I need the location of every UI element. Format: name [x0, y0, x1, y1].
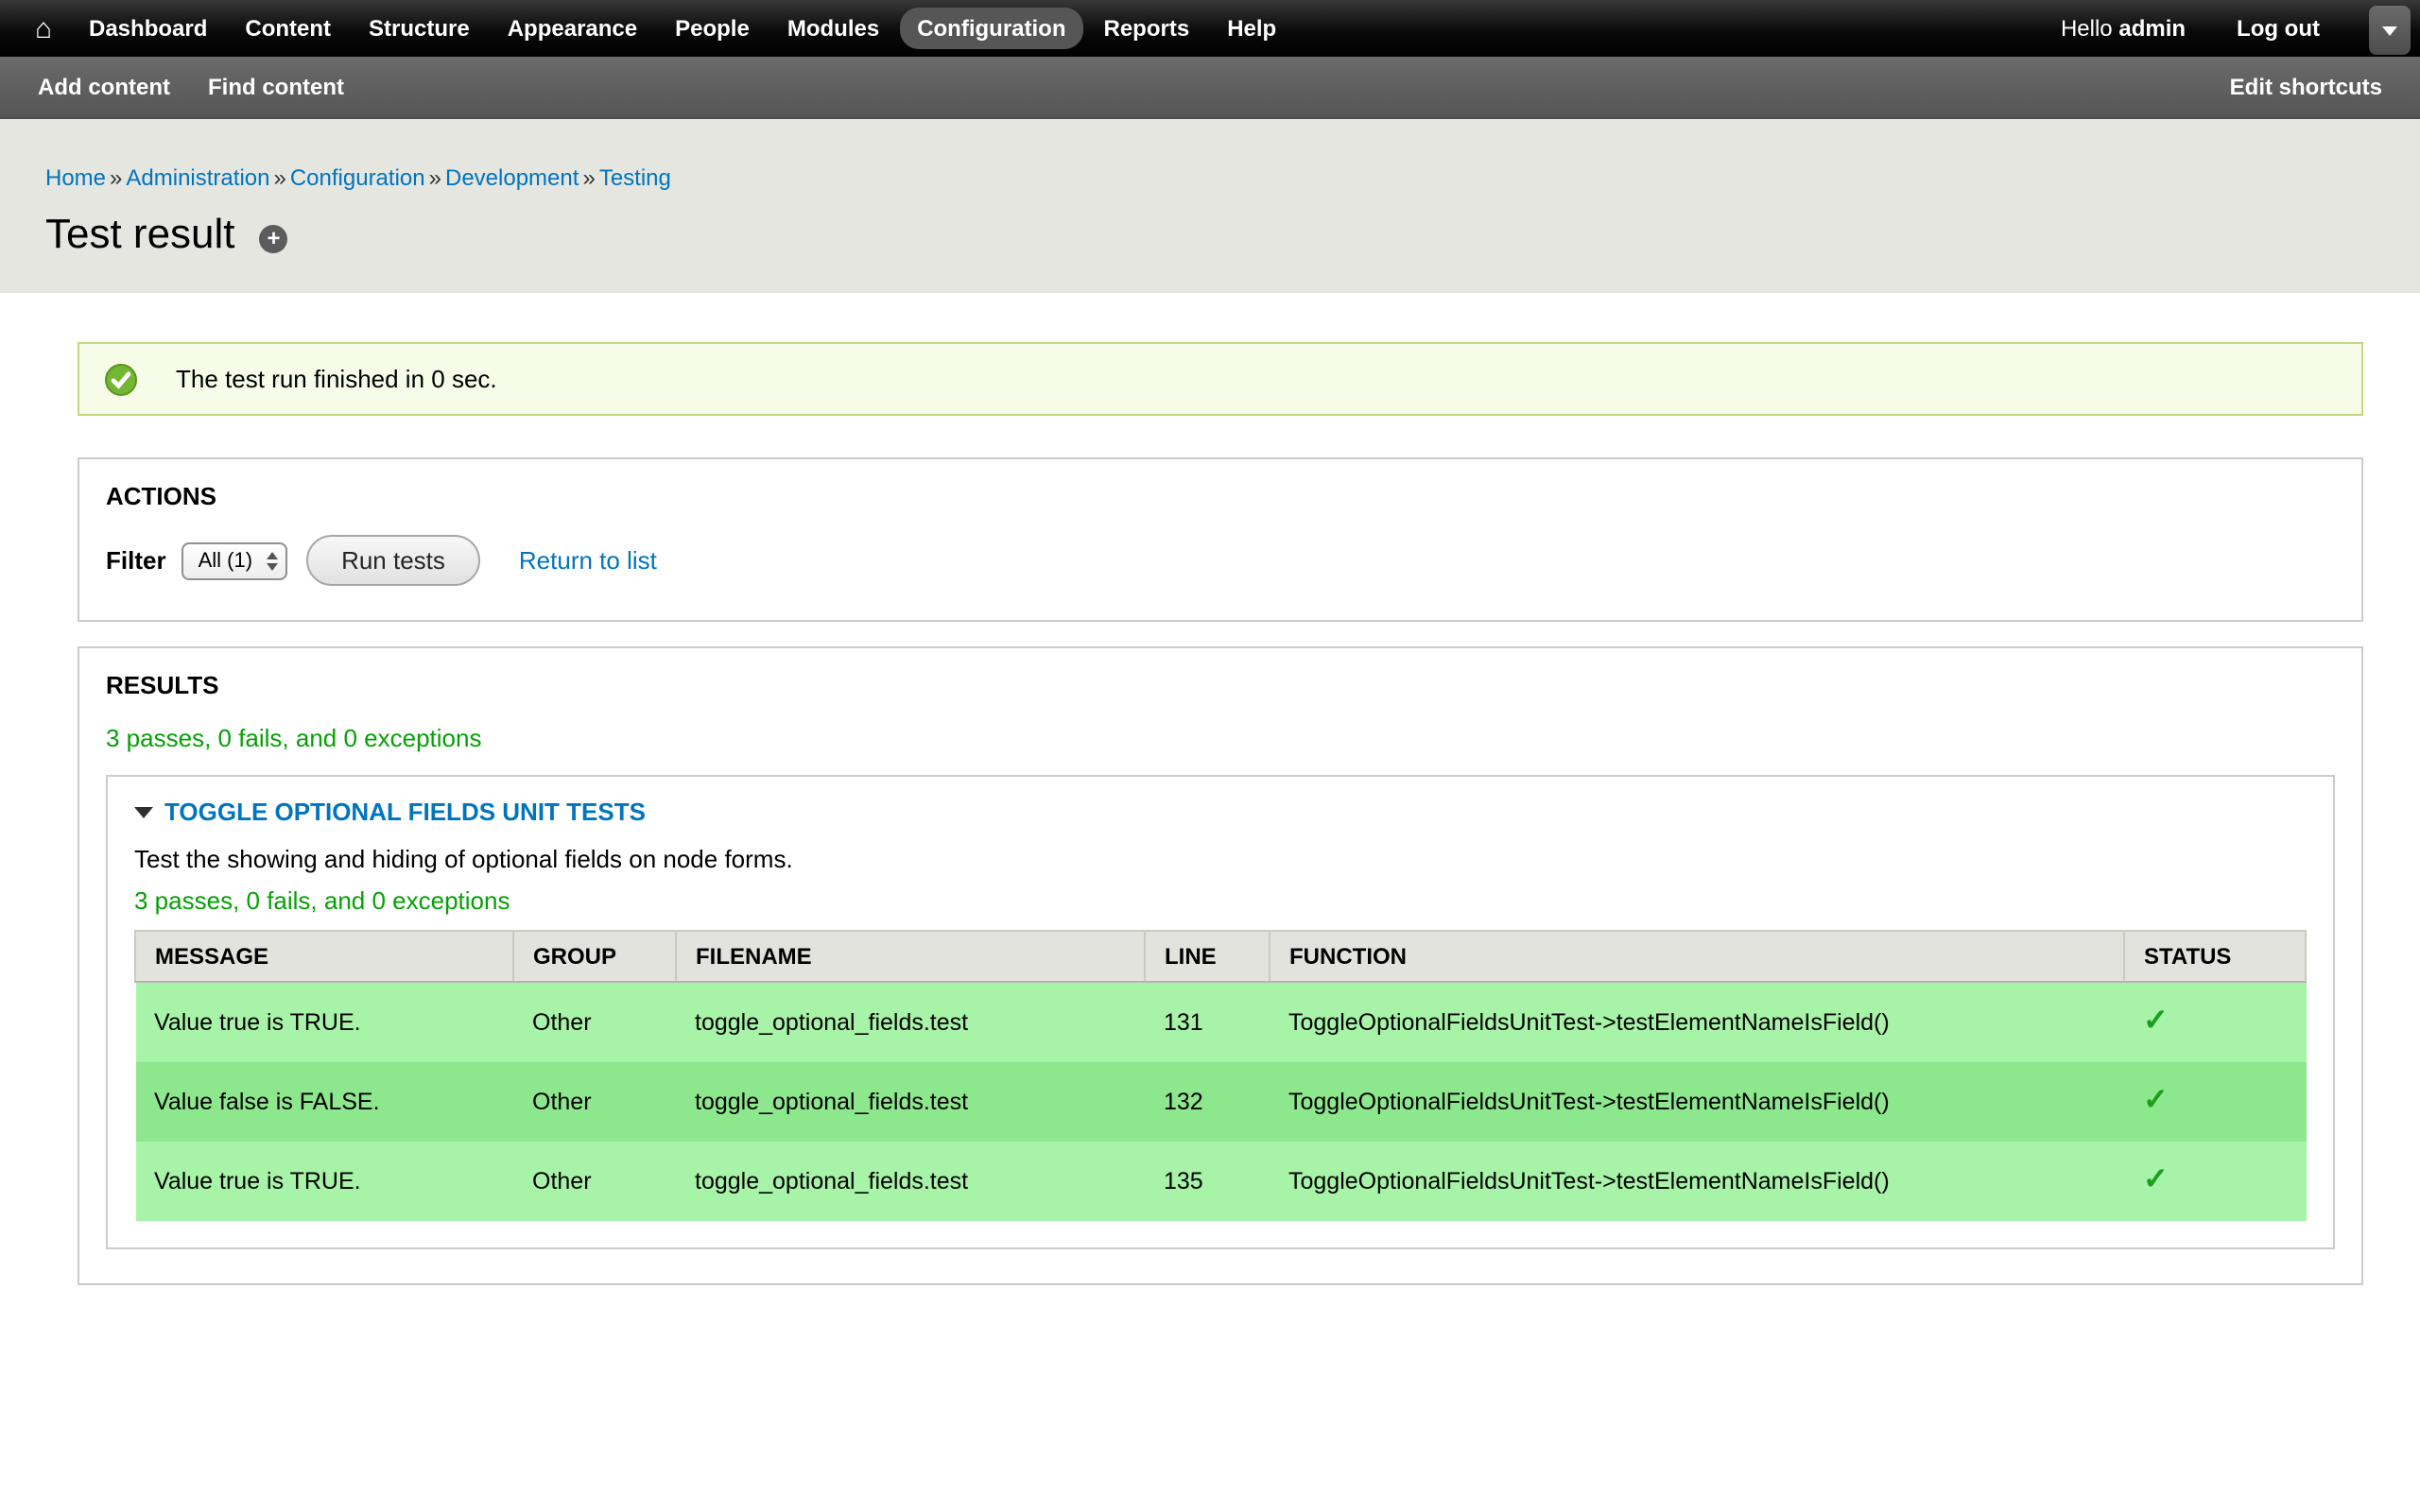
breadcrumb-separator: » — [429, 164, 441, 191]
breadcrumb: Home»Administration»Configuration»Develo… — [45, 164, 2382, 191]
pass-check-icon: ✓ — [2143, 1005, 2169, 1038]
cell-line: 131 — [1145, 982, 1270, 1062]
toolbar-user-area: Hello admin Log out — [2061, 8, 2337, 49]
status-message: The test run finished in 0 sec. — [78, 342, 2363, 416]
breadcrumb-separator: » — [582, 164, 595, 191]
cell-function: ToggleOptionalFieldsUnitTest->testElemen… — [1270, 1062, 2124, 1142]
cell-filename: toggle_optional_fields.test — [676, 1142, 1145, 1221]
cell-message: Value true is TRUE. — [135, 982, 513, 1062]
edit-shortcuts-link[interactable]: Edit shortcuts — [2230, 74, 2382, 100]
pass-check-icon: ✓ — [2143, 1164, 2169, 1196]
home-icon[interactable]: ⌂ — [19, 14, 68, 43]
toolbar-item-reports[interactable]: Reports — [1087, 8, 1207, 49]
results-title: RESULTS — [106, 671, 2335, 699]
breadcrumb-link-administration[interactable]: Administration — [126, 164, 269, 191]
breadcrumb-link-home[interactable]: Home — [45, 164, 106, 191]
shortcut-item-add-content[interactable]: Add content — [38, 74, 170, 100]
column-header-group: GROUP — [513, 931, 676, 982]
page-title: Test result — [45, 210, 235, 259]
column-header-filename: FILENAME — [676, 931, 1145, 982]
run-tests-button[interactable]: Run tests — [305, 535, 481, 586]
pass-check-icon: ✓ — [2143, 1085, 2169, 1117]
toolbar-menu: DashboardContentStructureAppearancePeopl… — [72, 8, 1293, 49]
logout-link[interactable]: Log out — [2220, 8, 2337, 49]
toolbar-item-appearance[interactable]: Appearance — [491, 8, 654, 49]
test-group-title[interactable]: TOGGLE OPTIONAL FIELDS UNIT TESTS — [164, 798, 646, 826]
filter-label: Filter — [106, 546, 166, 575]
toolbar-item-people[interactable]: People — [658, 8, 767, 49]
table-header-row: MESSAGEGROUPFILENAMELINEFUNCTIONSTATUS — [135, 931, 2306, 982]
results-summary: 3 passes, 0 fails, and 0 exceptions — [106, 724, 2335, 752]
status-message-text: The test run finished in 0 sec. — [176, 365, 497, 393]
actions-row: Filter All (1) Run tests Return to list — [106, 535, 2335, 586]
table-row: Value true is TRUE.Othertoggle_optional_… — [135, 1142, 2306, 1221]
column-header-message: MESSAGE — [135, 931, 513, 982]
actions-panel: ACTIONS Filter All (1) Run tests Return … — [78, 457, 2363, 622]
breadcrumb-separator: » — [110, 164, 122, 191]
shortcut-bar: Add content Find content Edit shortcuts — [0, 57, 2420, 119]
shortcut-item-find-content[interactable]: Find content — [208, 74, 344, 100]
cell-status: ✓ — [2124, 1142, 2306, 1221]
page: ⌂ DashboardContentStructureAppearancePeo… — [0, 0, 2420, 1512]
toolbar-toggle-button[interactable] — [2369, 6, 2411, 55]
collapse-arrow-icon — [134, 806, 153, 817]
toolbar-item-dashboard[interactable]: Dashboard — [72, 8, 224, 49]
column-header-line: LINE — [1145, 931, 1270, 982]
results-table: MESSAGEGROUPFILENAMELINEFUNCTIONSTATUSVa… — [134, 930, 2307, 1221]
breadcrumb-link-configuration[interactable]: Configuration — [290, 164, 425, 191]
cell-message: Value false is FALSE. — [135, 1062, 513, 1142]
actions-title: ACTIONS — [106, 482, 2335, 510]
cell-filename: toggle_optional_fields.test — [676, 982, 1145, 1062]
check-circle-icon — [104, 362, 138, 396]
admin-toolbar: ⌂ DashboardContentStructureAppearancePeo… — [0, 0, 2420, 57]
user-greeting: Hello admin — [2061, 15, 2186, 42]
test-group-summary: 3 passes, 0 fails, and 0 exceptions — [134, 886, 2307, 915]
toolbar-item-modules[interactable]: Modules — [770, 8, 896, 49]
test-group-legend: TOGGLE OPTIONAL FIELDS UNIT TESTS — [134, 798, 2307, 826]
add-shortcut-icon[interactable]: + — [260, 224, 288, 252]
toolbar-item-structure[interactable]: Structure — [352, 8, 487, 49]
test-group-fieldset: TOGGLE OPTIONAL FIELDS UNIT TESTS Test t… — [106, 775, 2335, 1249]
cell-line: 132 — [1145, 1062, 1270, 1142]
cell-function: ToggleOptionalFieldsUnitTest->testElemen… — [1270, 982, 2124, 1062]
column-header-function: FUNCTION — [1270, 931, 2124, 982]
select-arrows-icon — [266, 551, 277, 570]
toolbar-item-configuration[interactable]: Configuration — [900, 8, 1082, 49]
toolbar-item-content[interactable]: Content — [228, 8, 348, 49]
test-group-description: Test the showing and hiding of optional … — [134, 845, 2307, 873]
cell-status: ✓ — [2124, 982, 2306, 1062]
column-header-status: STATUS — [2124, 931, 2306, 982]
table-row: Value true is TRUE.Othertoggle_optional_… — [135, 982, 2306, 1062]
breadcrumb-link-testing[interactable]: Testing — [599, 164, 671, 191]
title-row: Test result + — [45, 210, 2382, 259]
return-to-list-link[interactable]: Return to list — [519, 546, 657, 575]
cell-group: Other — [513, 982, 676, 1062]
table-row: Value false is FALSE.Othertoggle_optiona… — [135, 1062, 2306, 1142]
cell-filename: toggle_optional_fields.test — [676, 1062, 1145, 1142]
results-panel: RESULTS 3 passes, 0 fails, and 0 excepti… — [78, 646, 2363, 1285]
chevron-down-icon — [2382, 26, 2397, 35]
breadcrumb-link-development[interactable]: Development — [445, 164, 579, 191]
filter-select-value: All (1) — [199, 549, 252, 572]
cell-group: Other — [513, 1062, 676, 1142]
cell-line: 135 — [1145, 1142, 1270, 1221]
filter-select[interactable]: All (1) — [182, 541, 286, 579]
cell-message: Value true is TRUE. — [135, 1142, 513, 1221]
main-content: The test run finished in 0 sec. ACTIONS … — [0, 293, 2420, 1385]
cell-function: ToggleOptionalFieldsUnitTest->testElemen… — [1270, 1142, 2124, 1221]
shortcut-items: Add content Find content — [38, 74, 382, 100]
toolbar-item-help[interactable]: Help — [1210, 8, 1293, 49]
cell-group: Other — [513, 1142, 676, 1221]
page-header: Home»Administration»Configuration»Develo… — [0, 119, 2420, 293]
breadcrumb-separator: » — [273, 164, 285, 191]
greeting-text: Hello — [2061, 15, 2113, 42]
cell-status: ✓ — [2124, 1062, 2306, 1142]
username: admin — [2118, 15, 2186, 42]
